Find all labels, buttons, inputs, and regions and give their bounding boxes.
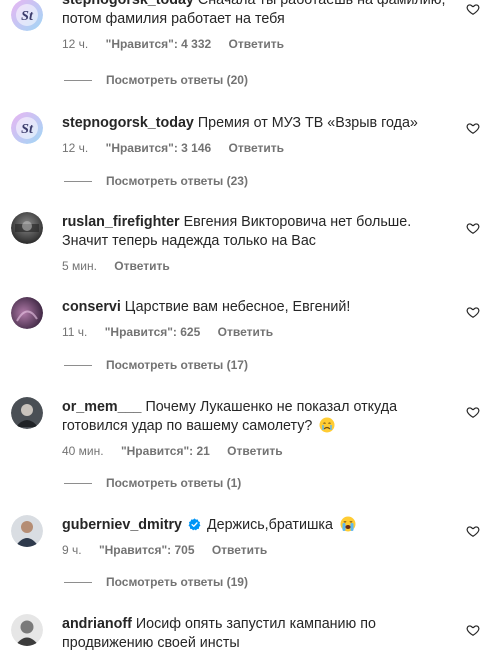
- avatar[interactable]: St: [11, 0, 43, 31]
- replies-divider: [64, 181, 92, 183]
- comment-meta: 9 ч. "Нравится": 705 Ответить: [62, 542, 454, 558]
- comment-text: Премия от МУЗ ТВ «Взрыв года»: [197, 115, 418, 131]
- svg-text:St: St: [21, 122, 34, 137]
- replies-divider: [64, 365, 92, 367]
- reply-button[interactable]: Ответить: [229, 37, 284, 51]
- comment-time: 9 ч.: [62, 543, 82, 557]
- comment-meta: 5 мин. Ответить: [62, 258, 454, 274]
- view-replies-label: Посмотреть ответы (23): [106, 174, 248, 188]
- photo-avatar-icon: [11, 614, 43, 646]
- heart-outline-icon[interactable]: [466, 121, 480, 135]
- avatar[interactable]: [11, 212, 43, 244]
- avatar[interactable]: [11, 614, 43, 646]
- view-replies-button[interactable]: Посмотреть ответы (20): [64, 73, 248, 89]
- comment-username[interactable]: conservi: [62, 299, 121, 315]
- reply-button[interactable]: Ответить: [114, 259, 169, 273]
- comment-time: 40 мин.: [62, 444, 104, 458]
- avatar[interactable]: St: [11, 112, 43, 144]
- comment-text-line: conservi Царствие вам небесное, Евгений!: [62, 298, 454, 317]
- heart-outline-icon[interactable]: [466, 405, 480, 419]
- reply-button[interactable]: Ответить: [229, 141, 284, 155]
- avatar[interactable]: [11, 297, 43, 329]
- avatar[interactable]: [11, 515, 43, 547]
- comment-likes[interactable]: "Нравится": 21: [121, 444, 210, 458]
- comment-text-line: stepnogorsk_today Премия от МУЗ ТВ «Взры…: [62, 114, 454, 133]
- st-logo-avatar-icon: St: [11, 0, 43, 31]
- comment-username[interactable]: guberniev_dmitry: [62, 517, 182, 533]
- photo-avatar-icon: [11, 212, 43, 244]
- view-replies-label: Посмотреть ответы (17): [106, 358, 248, 372]
- svg-text:St: St: [21, 9, 34, 24]
- view-replies-button[interactable]: Посмотреть ответы (23): [64, 174, 248, 190]
- avatar[interactable]: [11, 397, 43, 429]
- heart-outline-icon[interactable]: [466, 623, 480, 637]
- comment-text: Держись,братишка: [206, 517, 333, 533]
- crying-face-emoji-icon: [319, 417, 335, 433]
- heart-outline-icon[interactable]: [466, 524, 480, 538]
- view-replies-button[interactable]: Посмотреть ответы (19): [64, 575, 248, 591]
- view-replies-label: Посмотреть ответы (20): [106, 73, 248, 87]
- verified-badge-icon: [188, 518, 201, 531]
- reply-button[interactable]: Ответить: [212, 543, 267, 557]
- st-logo-avatar-icon: St: [11, 112, 43, 144]
- comment-time: 5 мин.: [62, 259, 97, 273]
- replies-divider: [64, 80, 92, 82]
- comment-text-line: andrianoff Иосиф опять запустил кампанию…: [62, 615, 454, 653]
- view-replies-button[interactable]: Посмотреть ответы (1): [64, 476, 241, 492]
- comment-text: Царствие вам небесное, Евгений!: [124, 299, 351, 315]
- photo-avatar-icon: [11, 397, 43, 429]
- photo-avatar-icon: [11, 515, 43, 547]
- reply-button[interactable]: Ответить: [218, 325, 273, 339]
- comment-meta: 40 мин. "Нравится": 21 Ответить: [62, 443, 454, 459]
- comment-likes[interactable]: "Нравится": 625: [105, 325, 201, 339]
- comment-meta: 12 ч. "Нравится": 4 332 Ответить: [62, 36, 454, 52]
- replies-divider: [64, 483, 92, 485]
- comment-username[interactable]: stepnogorsk_today: [62, 0, 194, 8]
- comment-likes[interactable]: "Нравится": 4 332: [106, 37, 212, 51]
- comment-text-line: guberniev_dmitry Держись,братишка: [62, 516, 454, 535]
- comment-text-line: or_mem___ Почему Лукашенко не показал от…: [62, 398, 454, 436]
- comment-likes[interactable]: "Нравится": 3 146: [106, 141, 212, 155]
- comment-username[interactable]: andrianoff: [62, 616, 132, 632]
- heart-outline-icon[interactable]: [466, 221, 480, 235]
- view-replies-label: Посмотреть ответы (19): [106, 575, 248, 589]
- comment-text-line: stepnogorsk_today Сначала ты работаешь н…: [62, 0, 454, 29]
- comment-username[interactable]: stepnogorsk_today: [62, 115, 194, 131]
- comment-username[interactable]: or_mem___: [62, 399, 141, 415]
- comment-likes[interactable]: "Нравится": 705: [99, 543, 195, 557]
- view-replies-button[interactable]: Посмотреть ответы (17): [64, 358, 248, 374]
- heart-outline-icon[interactable]: [466, 305, 480, 319]
- replies-divider: [64, 582, 92, 584]
- heart-outline-icon[interactable]: [466, 2, 480, 16]
- comment-time: 12 ч.: [62, 37, 89, 51]
- view-replies-label: Посмотреть ответы (1): [106, 476, 242, 490]
- comment-text-line: ruslan_firefighter Евгения Викторовича н…: [62, 213, 454, 251]
- comment-meta: 12 ч. "Нравится": 3 146 Ответить: [62, 140, 454, 156]
- photo-avatar-icon: [11, 297, 43, 329]
- comment-time: 12 ч.: [62, 141, 89, 155]
- comment-meta: 11 ч. "Нравится": 625 Ответить: [62, 324, 454, 340]
- loudly-crying-face-emoji-icon: [340, 516, 356, 532]
- comment-username[interactable]: ruslan_firefighter: [62, 214, 180, 230]
- comment-time: 11 ч.: [62, 325, 88, 339]
- reply-button[interactable]: Ответить: [227, 444, 282, 458]
